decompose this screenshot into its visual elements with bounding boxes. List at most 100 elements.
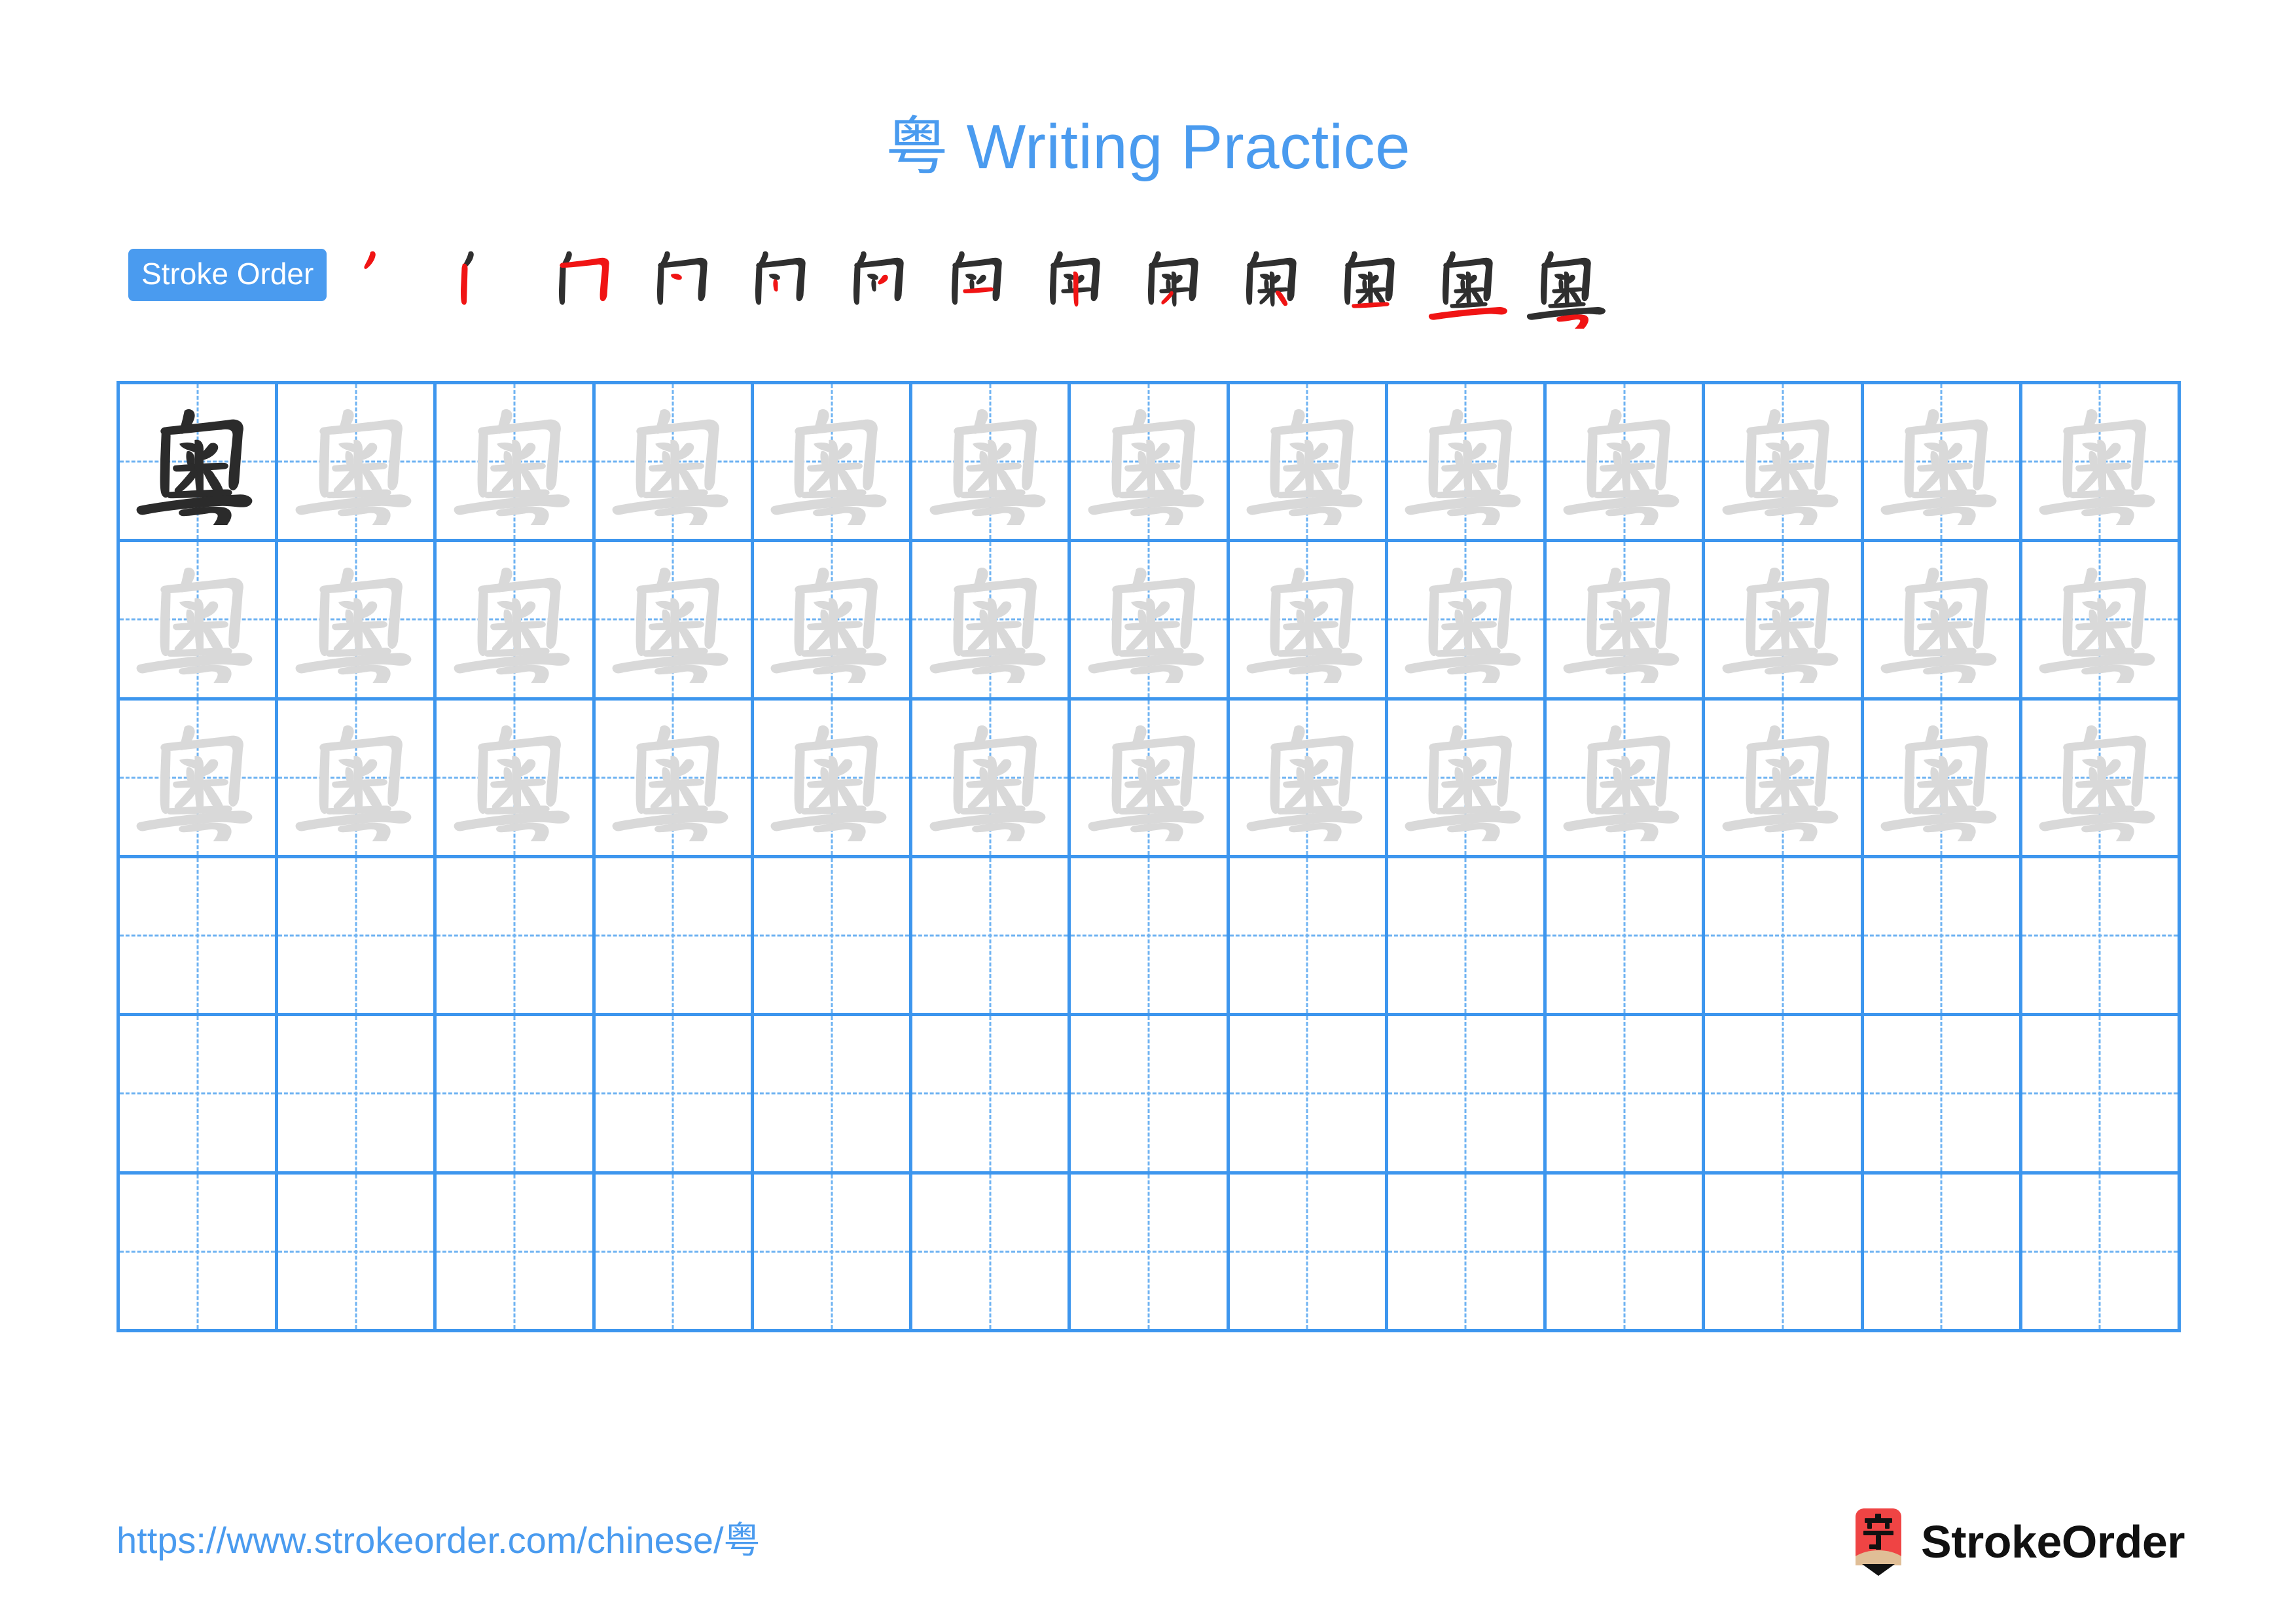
practice-cell[interactable] <box>1388 1016 1547 1171</box>
practice-cell[interactable] <box>1547 384 1706 539</box>
practice-cell[interactable] <box>120 858 279 1013</box>
stroke-order-section: Stroke Order <box>128 247 2191 339</box>
practice-cell[interactable] <box>596 1016 754 1171</box>
practice-cell[interactable] <box>1071 1174 1230 1329</box>
practice-cell[interactable] <box>2022 1174 2181 1329</box>
brand-name: StrokeOrder <box>1921 1516 2185 1567</box>
practice-cell[interactable] <box>1705 700 1864 855</box>
character-glyph-trace <box>278 384 433 539</box>
practice-cell[interactable] <box>437 858 596 1013</box>
character-glyph-trace <box>1547 542 1702 697</box>
practice-cell[interactable] <box>2022 858 2181 1013</box>
practice-cell[interactable] <box>1230 1016 1388 1171</box>
practice-cell[interactable] <box>2022 542 2181 697</box>
practice-cell[interactable] <box>1071 700 1230 855</box>
practice-cell[interactable] <box>754 542 913 697</box>
stroke-step-3 <box>537 230 636 329</box>
practice-cell[interactable] <box>1388 542 1547 697</box>
practice-cell[interactable] <box>1547 542 1706 697</box>
practice-cell[interactable] <box>120 1174 279 1329</box>
practice-cell[interactable] <box>1071 384 1230 539</box>
practice-cell[interactable] <box>754 858 913 1013</box>
practice-cell[interactable] <box>1388 700 1547 855</box>
practice-cell[interactable] <box>2022 1016 2181 1171</box>
practice-cell[interactable] <box>1547 858 1706 1013</box>
practice-cell[interactable] <box>912 858 1071 1013</box>
character-glyph-trace <box>2022 701 2178 855</box>
practice-cell[interactable] <box>596 700 754 855</box>
character-glyph-trace <box>2022 384 2178 539</box>
practice-cell[interactable] <box>1705 1016 1864 1171</box>
practice-cell[interactable] <box>1705 384 1864 539</box>
practice-cell[interactable] <box>1864 1016 2022 1171</box>
practice-cell[interactable] <box>278 542 437 697</box>
character-glyph-trace <box>596 701 751 855</box>
practice-cell[interactable] <box>2022 384 2181 539</box>
practice-cell[interactable] <box>596 858 754 1013</box>
practice-cell[interactable] <box>120 542 279 697</box>
practice-cell[interactable] <box>1230 1174 1388 1329</box>
practice-cell[interactable] <box>278 858 437 1013</box>
character-glyph-trace <box>1071 384 1226 539</box>
practice-cell[interactable] <box>1071 858 1230 1013</box>
practice-cell[interactable] <box>1864 700 2022 855</box>
practice-cell[interactable] <box>1705 1174 1864 1329</box>
practice-row <box>120 542 2181 701</box>
practice-cell[interactable] <box>912 1174 1071 1329</box>
character-glyph-trace <box>754 542 909 697</box>
practice-cell[interactable] <box>1230 700 1388 855</box>
practice-cell[interactable] <box>1230 542 1388 697</box>
practice-cell[interactable] <box>1230 384 1388 539</box>
brand-lockup[interactable]: StrokeOrder <box>1853 1506 2185 1578</box>
practice-cell[interactable] <box>437 1016 596 1171</box>
practice-cell[interactable] <box>1864 1174 2022 1329</box>
character-glyph-trace <box>1864 384 2019 539</box>
practice-cell[interactable] <box>2022 700 2181 855</box>
practice-cell[interactable] <box>278 1016 437 1171</box>
practice-cell[interactable] <box>1864 542 2022 697</box>
practice-cell[interactable] <box>437 384 596 539</box>
practice-cell[interactable] <box>278 1174 437 1329</box>
practice-cell[interactable] <box>1071 542 1230 697</box>
practice-cell[interactable] <box>596 542 754 697</box>
practice-cell[interactable] <box>278 384 437 539</box>
practice-cell[interactable] <box>596 1174 754 1329</box>
practice-cell[interactable] <box>1705 858 1864 1013</box>
practice-cell[interactable] <box>1547 1174 1706 1329</box>
practice-cell[interactable] <box>437 1174 596 1329</box>
practice-cell[interactable] <box>754 384 913 539</box>
practice-cell[interactable] <box>912 1016 1071 1171</box>
practice-cell[interactable] <box>1547 700 1706 855</box>
character-glyph-trace <box>278 542 433 697</box>
source-url[interactable]: https://www.strokeorder.com/chinese/粤 <box>117 1518 761 1563</box>
practice-cell[interactable] <box>754 1016 913 1171</box>
character-glyph-trace <box>1230 384 1385 539</box>
character-glyph-trace <box>437 384 592 539</box>
practice-cell[interactable] <box>120 700 279 855</box>
practice-cell[interactable] <box>120 1016 279 1171</box>
practice-cell[interactable] <box>1230 858 1388 1013</box>
practice-cell[interactable] <box>1864 858 2022 1013</box>
practice-cell[interactable] <box>1388 1174 1547 1329</box>
practice-cell[interactable] <box>596 384 754 539</box>
practice-cell[interactable] <box>437 700 596 855</box>
practice-cell[interactable] <box>912 700 1071 855</box>
practice-cell[interactable] <box>912 384 1071 539</box>
stroke-step-11 <box>1323 230 1421 329</box>
stroke-step-7 <box>930 230 1028 329</box>
practice-cell[interactable] <box>1864 384 2022 539</box>
practice-cell[interactable] <box>278 700 437 855</box>
practice-cell[interactable] <box>120 384 279 539</box>
practice-cell[interactable] <box>1071 1016 1230 1171</box>
practice-cell[interactable] <box>754 700 913 855</box>
practice-cell[interactable] <box>1705 542 1864 697</box>
practice-cell[interactable] <box>437 542 596 697</box>
practice-cell[interactable] <box>912 542 1071 697</box>
practice-cell[interactable] <box>754 1174 913 1329</box>
practice-cell[interactable] <box>1388 858 1547 1013</box>
stroke-order-badge: Stroke Order <box>128 249 327 301</box>
character-glyph-trace <box>596 542 751 697</box>
practice-cell[interactable] <box>1547 1016 1706 1171</box>
practice-cell[interactable] <box>1388 384 1547 539</box>
practice-row <box>120 1016 2181 1175</box>
